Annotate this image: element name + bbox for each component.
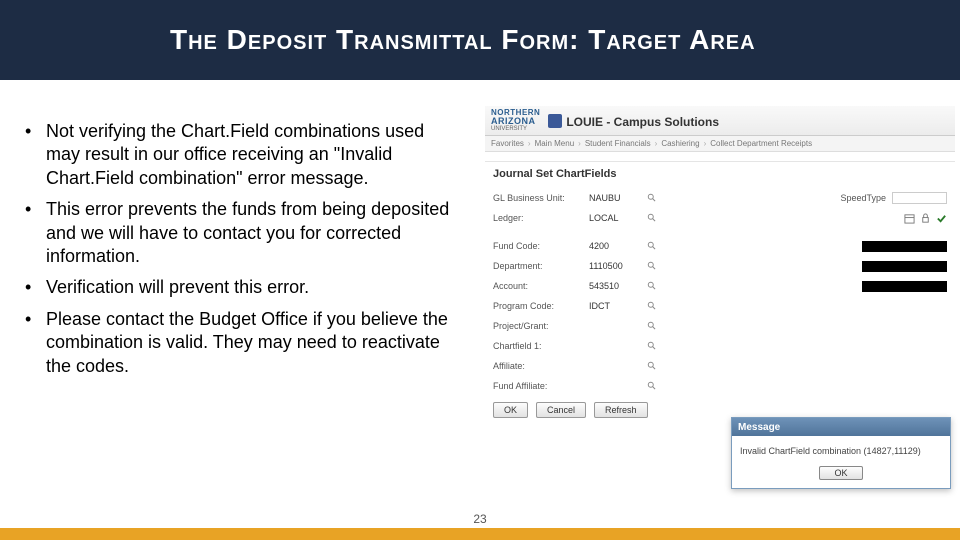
field-row: Department: 1110500	[493, 256, 947, 276]
redacted-bar	[862, 241, 947, 252]
lock-icon[interactable]	[920, 213, 931, 224]
field-row: Program Code: IDCT	[493, 296, 947, 316]
breadcrumb-item[interactable]: Student Financials	[585, 139, 651, 148]
field-label: Affiliate:	[493, 361, 583, 371]
field-row: Affiliate:	[493, 356, 947, 376]
breadcrumb-item[interactable]: Favorites	[491, 139, 524, 148]
breadcrumb: Favorites› Main Menu› Student Financials…	[485, 136, 955, 152]
breadcrumb-item[interactable]: Collect Department Receipts	[710, 139, 812, 148]
speedtype-input[interactable]	[892, 192, 947, 204]
field-value[interactable]: IDCT	[587, 301, 642, 311]
title-bar: The Deposit Transmittal Form: Target Are…	[0, 0, 960, 80]
ok-button[interactable]: OK	[493, 402, 528, 418]
lookup-icon[interactable]	[646, 360, 658, 372]
app-header: NORTHERN ARIZONA UNIVERSITY LOUIE - Camp…	[485, 106, 955, 136]
field-label: Program Code:	[493, 301, 583, 311]
bullet-item: Verification will prevent this error.	[20, 276, 460, 299]
app-screenshot: NORTHERN ARIZONA UNIVERSITY LOUIE - Camp…	[485, 106, 955, 501]
field-row: Account: 543510	[493, 276, 947, 296]
field-label-ledger: Ledger:	[493, 213, 583, 223]
field-row: Project/Grant:	[493, 316, 947, 336]
speedtype-label: SpeedType	[840, 193, 886, 203]
field-value[interactable]: 543510	[587, 281, 642, 291]
field-label: Fund Code:	[493, 241, 583, 251]
field-row: Fund Affiliate:	[493, 376, 947, 396]
field-value-ledger: LOCAL	[587, 213, 642, 223]
bullet-list: Not verifying the Chart.Field combinatio…	[20, 120, 460, 378]
breadcrumb-item[interactable]: Main Menu	[535, 139, 575, 148]
field-label: Project/Grant:	[493, 321, 583, 331]
lookup-icon[interactable]	[646, 240, 658, 252]
form-title: Journal Set ChartFields	[485, 162, 955, 188]
breadcrumb-item[interactable]: Cashiering	[661, 139, 699, 148]
app-title: LOUIE - Campus Solutions	[566, 113, 719, 129]
body-text: Not verifying the Chart.Field combinatio…	[20, 120, 460, 386]
app-logo-icon	[548, 114, 562, 128]
institution-logo: NORTHERN ARIZONA UNIVERSITY	[491, 109, 540, 132]
cancel-button[interactable]: Cancel	[536, 402, 586, 418]
field-label-bu: GL Business Unit:	[493, 193, 583, 203]
lookup-icon[interactable]	[646, 300, 658, 312]
check-icon[interactable]	[936, 213, 947, 224]
logo-line-2: ARIZONA	[491, 117, 540, 126]
dialog-message: Invalid ChartField combination (14827,11…	[732, 436, 950, 462]
bullet-item: Please contact the Budget Office if you …	[20, 308, 460, 378]
redacted-bar	[862, 281, 947, 292]
lookup-icon[interactable]	[646, 212, 658, 224]
field-value[interactable]: 4200	[587, 241, 642, 251]
field-label: Department:	[493, 261, 583, 271]
field-label: Chartfield 1:	[493, 341, 583, 351]
message-dialog: Message Invalid ChartField combination (…	[731, 417, 951, 489]
lookup-icon[interactable]	[646, 192, 658, 204]
field-row: Chartfield 1:	[493, 336, 947, 356]
dialog-ok-button[interactable]: OK	[819, 466, 862, 480]
lookup-icon[interactable]	[646, 280, 658, 292]
field-value[interactable]: 1110500	[587, 261, 642, 271]
logo-line-3: UNIVERSITY	[491, 126, 540, 132]
page-number: 23	[0, 512, 960, 526]
lookup-icon[interactable]	[646, 260, 658, 272]
lookup-icon[interactable]	[646, 320, 658, 332]
redacted-bar	[862, 261, 947, 272]
slide-title: The Deposit Transmittal Form: Target Are…	[170, 24, 756, 56]
field-label: Account:	[493, 281, 583, 291]
lookup-icon[interactable]	[646, 340, 658, 352]
field-label: Fund Affiliate:	[493, 381, 583, 391]
calendar-icon[interactable]	[904, 213, 915, 224]
field-row: Fund Code: 4200	[493, 236, 947, 256]
bullet-item: Not verifying the Chart.Field combinatio…	[20, 120, 460, 190]
lookup-icon[interactable]	[646, 380, 658, 392]
bullet-item: This error prevents the funds from being…	[20, 198, 460, 268]
refresh-button[interactable]: Refresh	[594, 402, 648, 418]
field-value-bu: NAUBU	[587, 193, 642, 203]
footer-accent-bar	[0, 528, 960, 540]
dialog-title: Message	[732, 418, 950, 436]
